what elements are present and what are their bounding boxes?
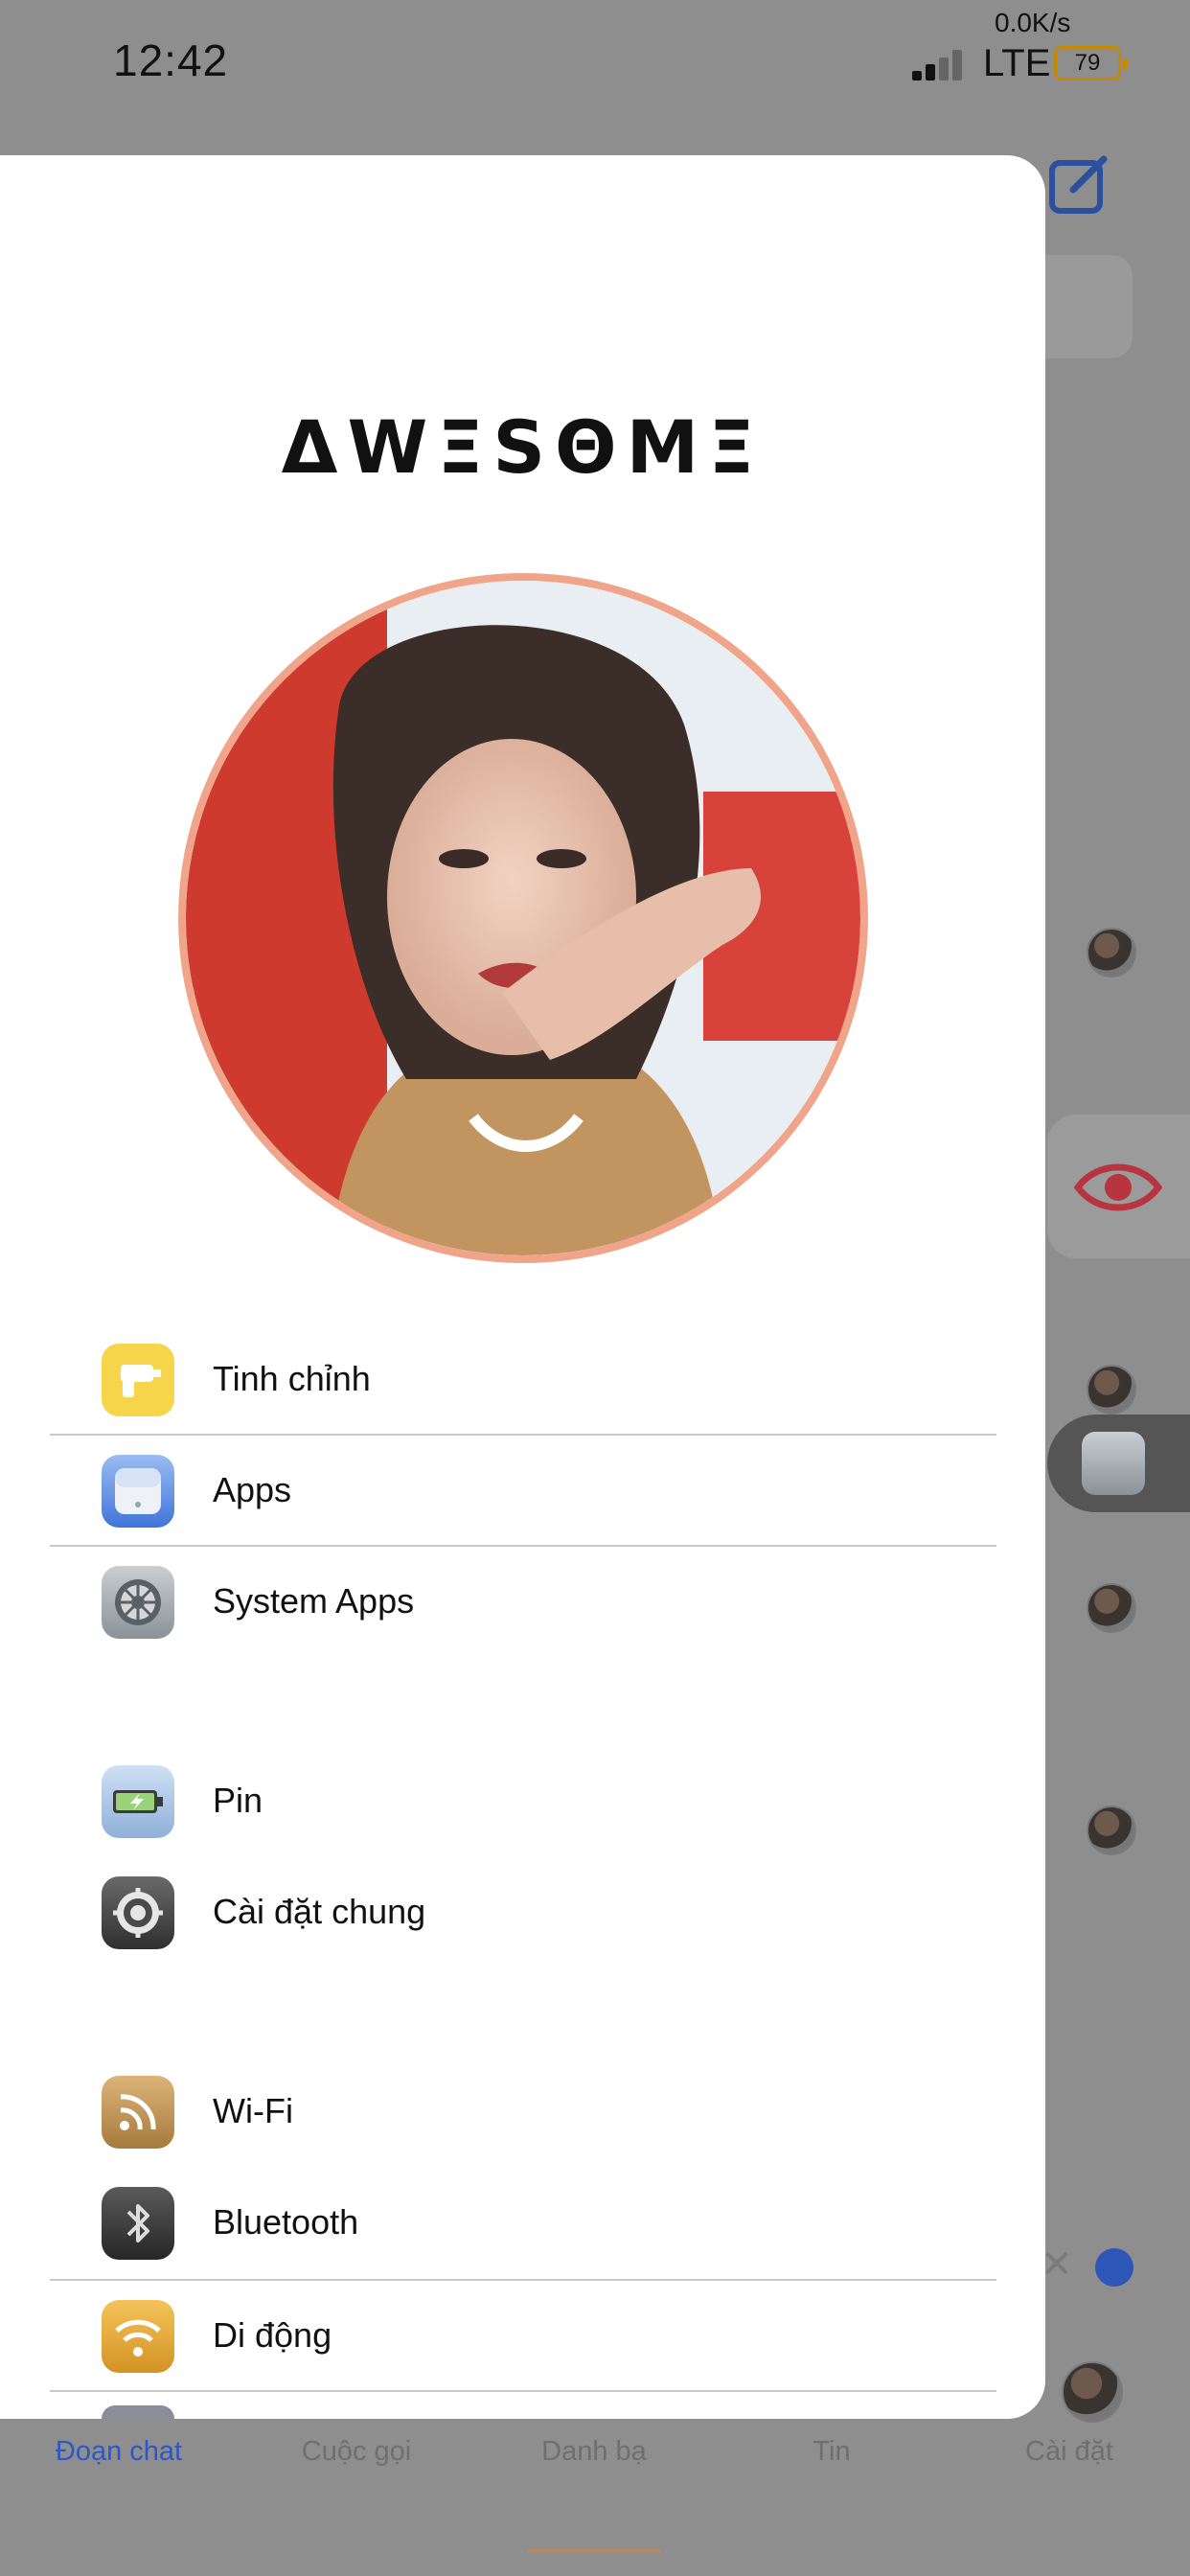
unread-dot — [1095, 2248, 1133, 2287]
menu-item-wifi[interactable]: Wi-Fi — [50, 2057, 996, 2168]
tab-bar: Đoạn chat Cuộc gọi Danh bạ Tin Cài đặt — [0, 2434, 1190, 2576]
avatar[interactable] — [1087, 928, 1136, 978]
eye-icon — [1074, 1163, 1162, 1211]
menu-item-system-apps[interactable]: System Apps — [50, 1547, 996, 1658]
menu-item-bluetooth[interactable]: Bluetooth — [50, 2168, 996, 2279]
avatar[interactable] — [1062, 2361, 1123, 2423]
gear-icon — [1082, 1432, 1145, 1495]
profile-photo — [186, 581, 860, 1255]
menu-item-label: Tinh chỉnh — [213, 1359, 371, 1398]
settings-icon — [102, 1876, 174, 1949]
tab-calls[interactable]: Cuộc gọi — [251, 2436, 462, 2468]
tab-news[interactable]: Tin — [726, 2436, 937, 2468]
menu-item-label: Bluetooth — [213, 2202, 359, 2242]
tab-settings[interactable]: Cài đặt — [964, 2436, 1175, 2468]
drill-icon — [102, 1344, 174, 1416]
menu-item-cai-dat-chung[interactable]: Cài đặt chung — [50, 1857, 996, 1968]
floating-eye-button[interactable] — [1047, 1115, 1190, 1258]
avatar[interactable] — [1087, 1806, 1136, 1855]
menu-item-label: Apps — [213, 1470, 292, 1509]
home-indicator — [527, 2549, 661, 2553]
compose-icon[interactable] — [1048, 153, 1111, 217]
menu-item-tinh-chinh[interactable]: Tinh chỉnh — [50, 1324, 996, 1436]
side-drawer: ΔWΞSΘMΞ Tinh chỉnh Apps System Apps Pin … — [0, 155, 1045, 2419]
menu-item-di-dong[interactable]: Di động — [50, 2281, 996, 2392]
menu-item-apps[interactable]: Apps — [50, 1436, 996, 1547]
avatar[interactable] — [1087, 1583, 1136, 1633]
menu-item-partial[interactable] — [50, 2392, 996, 2419]
tab-contacts[interactable]: Danh bạ — [489, 2436, 699, 2468]
menu-item-label: System Apps — [213, 1581, 415, 1621]
cellular-icon — [102, 2300, 174, 2373]
avatar[interactable] — [1087, 1365, 1136, 1414]
menu-item-label: Di động — [213, 2315, 332, 2355]
menu-item-label: Cài đặt chung — [213, 1892, 426, 1931]
partial-icon — [102, 2405, 174, 2419]
battery-icon — [102, 1765, 174, 1838]
profile-avatar[interactable] — [178, 573, 868, 1263]
wifi-icon — [102, 2076, 174, 2149]
menu-item-label: Pin — [213, 1781, 263, 1820]
tab-chats[interactable]: Đoạn chat — [13, 2436, 224, 2468]
menu-item-pin[interactable]: Pin — [50, 1746, 996, 1857]
bluetooth-icon — [102, 2187, 174, 2260]
brand-logo: ΔWΞSΘMΞ — [281, 404, 765, 490]
system-gear-icon — [102, 1566, 174, 1639]
assistive-touch-button[interactable] — [1047, 1414, 1190, 1512]
apps-icon — [102, 1455, 174, 1528]
menu-item-label: Wi-Fi — [213, 2091, 293, 2130]
close-icon: ✕ — [1041, 2243, 1073, 2286]
